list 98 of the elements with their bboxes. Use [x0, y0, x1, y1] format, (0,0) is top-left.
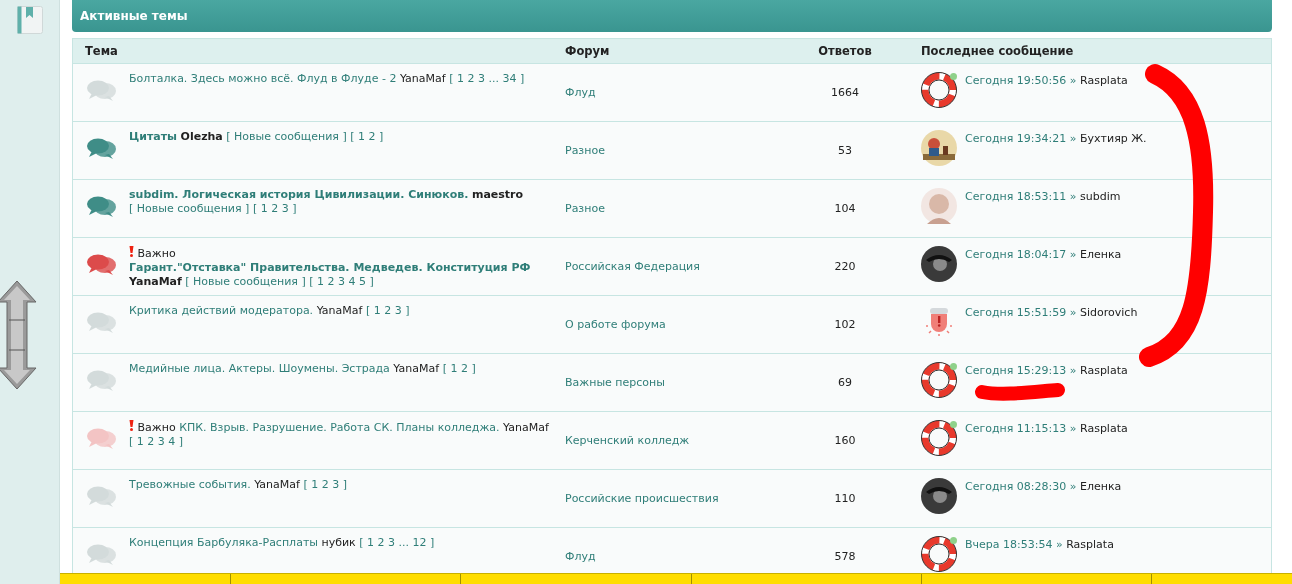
- reply-count: 578: [834, 550, 856, 563]
- separator: »: [1055, 538, 1063, 551]
- post-time-link[interactable]: Вчера 18:53:54: [965, 538, 1053, 551]
- forum-link[interactable]: Разное: [565, 202, 605, 215]
- post-time-link[interactable]: Сегодня 18:04:17: [965, 248, 1067, 261]
- important-label: Важно: [137, 421, 176, 434]
- separator: »: [1069, 364, 1077, 377]
- topic-link[interactable]: Гарант."Отставка" Правительства. Медведев. Конституция РФ: [129, 261, 531, 274]
- topic-link[interactable]: subdim. Логическая история Цивилизации. Синюков.: [129, 188, 469, 201]
- post-time-link[interactable]: Сегодня 18:53:11: [965, 190, 1067, 203]
- author-name: YanaMaf: [316, 304, 363, 317]
- topic-link[interactable]: Тревожные события.: [129, 478, 251, 491]
- new-posts-link[interactable]: [ Новые сообщения ]: [185, 275, 306, 288]
- scroll-arrows-icon[interactable]: [0, 280, 38, 390]
- important-label: Важно: [137, 247, 176, 260]
- user-name: Rasplata: [1080, 74, 1128, 87]
- column-header: Форум: [565, 44, 611, 58]
- pages-links[interactable]: [ 1 2 ]: [442, 362, 476, 375]
- topic-link[interactable]: Болталка. Здесь можно всё. Флуд в Флуде - 2: [129, 72, 397, 85]
- author-name: Olezha: [180, 130, 223, 143]
- user-name: Rasplata: [1080, 364, 1128, 377]
- user-name: Rasplata: [1066, 538, 1114, 551]
- forum-link[interactable]: О работе форума: [565, 318, 666, 331]
- pages-links[interactable]: [ 1 2 3 4 ]: [129, 435, 184, 448]
- separator: »: [1069, 306, 1077, 319]
- topic-link[interactable]: Концепция Барбуляка-Расплаты: [129, 536, 318, 549]
- topic-link[interactable]: Медийные лица. Актеры. Шоумены. Эстрада: [129, 362, 390, 375]
- avatar-silhouette: [921, 478, 957, 514]
- separator: »: [1069, 248, 1077, 261]
- reply-count: 69: [838, 376, 852, 389]
- forum-link[interactable]: Керченский колледж: [565, 434, 690, 447]
- column-header: Ответов: [817, 44, 873, 58]
- forum-link[interactable]: Флуд: [565, 550, 596, 563]
- topic-link[interactable]: Критика действий модератора.: [129, 304, 314, 317]
- post-time-link[interactable]: Сегодня 08:28:30: [965, 480, 1067, 493]
- separator: »: [1069, 480, 1077, 493]
- author-name: YanaMaf: [393, 362, 440, 375]
- author-name: YanaMaf: [399, 72, 446, 85]
- exclamation-icon: [129, 246, 134, 257]
- lifebuoy-avatar: [921, 362, 957, 398]
- user-name: Бухтияр Ж.: [1080, 132, 1147, 145]
- lifebuoy-avatar: [921, 536, 957, 572]
- user-name: subdim: [1080, 190, 1121, 203]
- reply-count: 1664: [831, 86, 859, 99]
- avatar-silhouette: [921, 188, 957, 224]
- section-title: Активные темы: [72, 0, 1272, 32]
- forum-link[interactable]: Российская Федерация: [565, 260, 700, 273]
- avatar-drawing: [921, 130, 957, 166]
- reply-count: 53: [838, 144, 852, 157]
- pages-links[interactable]: [ 1 2 3 ... 34 ]: [449, 72, 525, 85]
- author-name: maestro: [471, 188, 524, 201]
- reply-count: 110: [834, 492, 856, 505]
- author-name: нубик: [321, 536, 356, 549]
- separator: »: [1069, 132, 1077, 145]
- bookmark-icon[interactable]: [16, 6, 43, 34]
- pages-links[interactable]: [ 1 2 3 ]: [365, 304, 410, 317]
- pages-links[interactable]: [ 1 2 3 4 5 ]: [309, 275, 374, 288]
- forum-link[interactable]: Разное: [565, 144, 605, 157]
- online-dot: [950, 537, 957, 544]
- separator: »: [1069, 190, 1077, 203]
- column-header: Последнее сообщение: [920, 44, 1075, 58]
- post-time-link[interactable]: Сегодня 15:51:59: [965, 306, 1067, 319]
- pages-links[interactable]: [ 1 2 ]: [350, 130, 384, 143]
- post-time-link[interactable]: Сегодня 19:50:56: [965, 74, 1067, 87]
- post-time-link[interactable]: Сегодня 15:29:13: [965, 364, 1067, 377]
- user-name: Еленка: [1080, 248, 1122, 261]
- reply-count: 104: [834, 202, 856, 215]
- forum-link[interactable]: Важные персоны: [565, 376, 665, 389]
- lifebuoy-avatar: [921, 420, 957, 456]
- separator: »: [1069, 422, 1077, 435]
- user-name: Sidorovich: [1080, 306, 1138, 319]
- forum-link[interactable]: Российские происшествия: [565, 492, 719, 505]
- online-dot: [950, 73, 957, 80]
- author-name: YanaMaf: [254, 478, 300, 491]
- reply-count: 102: [834, 318, 856, 331]
- exclamation-icon: [129, 420, 134, 431]
- user-name: Rasplata: [1080, 422, 1128, 435]
- separator: »: [1069, 74, 1077, 87]
- online-dot: [950, 363, 957, 370]
- pages-links[interactable]: [ 1 2 3 ... 12 ]: [359, 536, 435, 549]
- post-time-link[interactable]: Сегодня 11:15:13: [965, 422, 1067, 435]
- column-header: Тема: [84, 44, 119, 58]
- new-posts-link[interactable]: [ Новые сообщения ]: [129, 202, 250, 215]
- author-name: YanaMaf: [129, 275, 182, 288]
- reply-count: 160: [834, 434, 856, 447]
- topic-link[interactable]: Цитаты: [129, 130, 178, 143]
- forum-link[interactable]: Флуд: [565, 86, 596, 99]
- online-dot: [950, 421, 957, 428]
- avatar-silhouette: [921, 246, 957, 282]
- post-time-link[interactable]: Сегодня 19:34:21: [965, 132, 1067, 145]
- pages-links[interactable]: [ 1 2 3 ]: [303, 478, 347, 491]
- new-posts-link[interactable]: [ Новые сообщения ]: [226, 130, 347, 143]
- topic-link[interactable]: КПК. Взрыв. Разрушение. Работа СК. Планы колледжа.: [179, 421, 500, 434]
- author-name: YanaMaf: [503, 421, 549, 434]
- pages-links[interactable]: [ 1 2 3 ]: [252, 202, 297, 215]
- lifebuoy-avatar: [921, 72, 957, 108]
- reply-count: 220: [834, 260, 856, 273]
- user-name: Еленка: [1080, 480, 1122, 493]
